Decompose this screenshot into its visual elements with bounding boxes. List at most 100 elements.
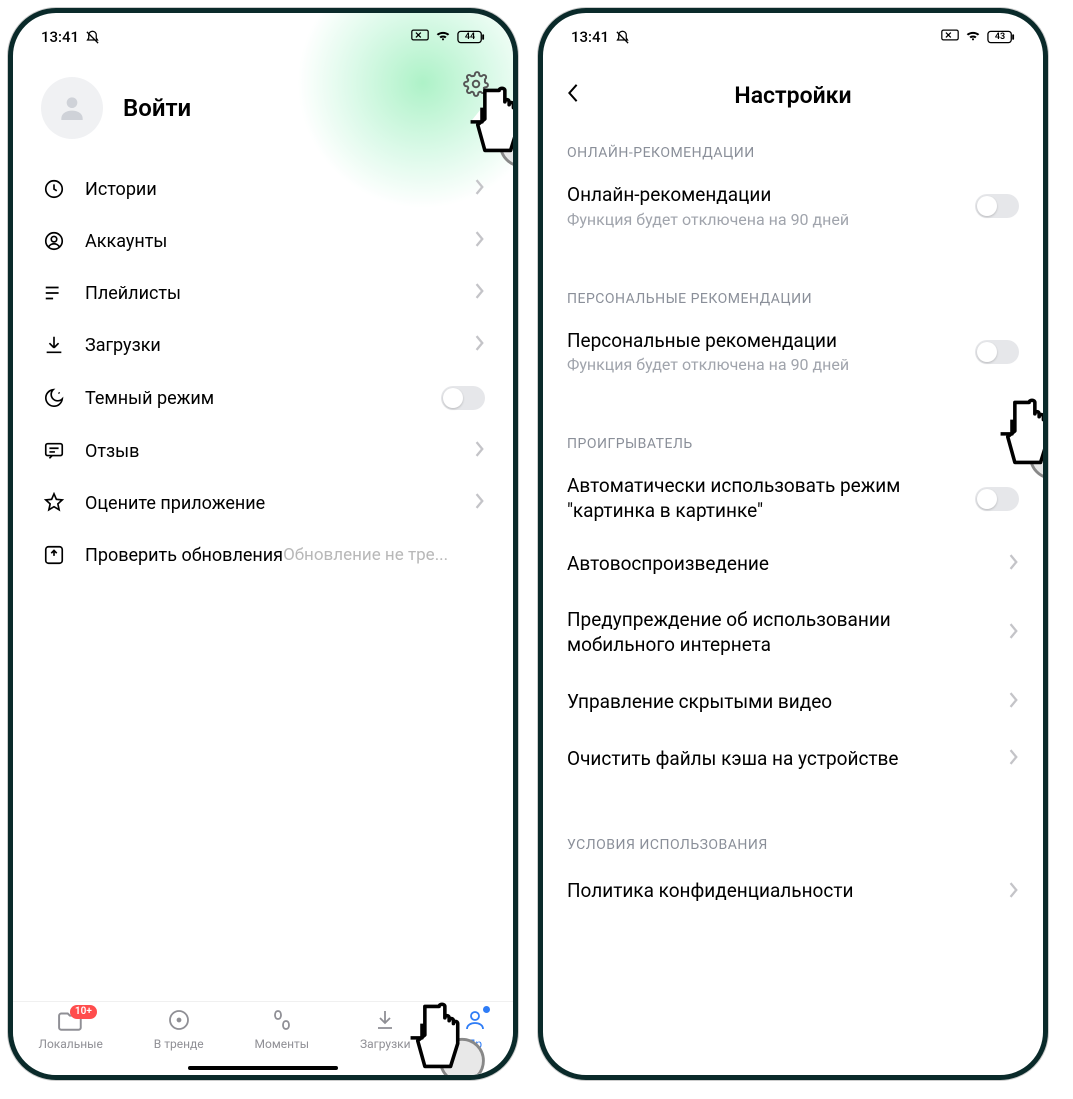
page-title: Настройки	[734, 82, 851, 109]
item-title: Управление скрытыми видео	[567, 690, 1003, 715]
nav-trending[interactable]: В тренде	[154, 1008, 204, 1051]
no-sim-icon	[411, 28, 429, 46]
item-title: Автоматически использовать режим "картин…	[567, 474, 975, 523]
nav-label: Локальные	[38, 1037, 102, 1051]
status-time: 13:41	[571, 28, 609, 46]
battery-icon: 43	[987, 30, 1015, 44]
wifi-icon	[964, 28, 982, 46]
online-rec-toggle[interactable]	[975, 194, 1019, 218]
section-player: ПРОИГРЫВАТЕЛЬ	[543, 414, 1043, 462]
menu-label: Истории	[85, 179, 469, 200]
chevron-right-icon	[475, 179, 485, 199]
play-icon	[166, 1008, 192, 1035]
menu-dark-mode[interactable]: Темный режим	[29, 371, 497, 425]
personal-rec-toggle[interactable]	[975, 340, 1019, 364]
star-icon	[41, 492, 67, 514]
pip-toggle[interactable]	[975, 487, 1019, 511]
status-bar: 13:41 44	[13, 17, 513, 57]
phone-right: 13:41 43 Наст	[538, 8, 1048, 1080]
item-mobile-warn[interactable]: Предупреждение об использовании мобильно…	[543, 592, 1043, 673]
no-sim-icon	[941, 28, 959, 46]
item-title: Очистить файлы кэша на устройстве	[567, 747, 1003, 772]
dark-mode-toggle[interactable]	[441, 386, 485, 410]
settings-header: Настройки	[543, 67, 1043, 123]
item-title: Политика конфиденциальности	[567, 879, 1003, 904]
nav-label: Моменты	[255, 1037, 310, 1051]
nav-badge: 10+	[70, 1005, 97, 1019]
chevron-right-icon	[475, 441, 485, 461]
user-icon	[41, 230, 67, 252]
chevron-right-icon	[475, 283, 485, 303]
item-autoplay[interactable]: Автовоспроизведение	[543, 536, 1043, 593]
profile-header[interactable]: Войти	[13, 57, 513, 155]
menu-list: Истории Аккаунты Плейлисты Загрузки Темн	[13, 155, 513, 581]
status-bar: 13:41 43	[543, 17, 1043, 57]
item-title: Онлайн-рекомендации	[567, 183, 975, 208]
chevron-right-icon	[1009, 623, 1019, 643]
item-online-rec[interactable]: Онлайн-рекомендации Функция будет отключ…	[543, 171, 1043, 241]
section-terms: УСЛОВИЯ ИСПОЛЬЗОВАНИЯ	[543, 815, 1043, 863]
menu-label: Оцените приложение	[85, 493, 469, 514]
chevron-right-icon	[475, 493, 485, 513]
menu-sublabel: Обновление не тре...	[283, 545, 448, 565]
back-button[interactable]	[563, 83, 583, 107]
item-sub: Функция будет отключена на 90 дней	[567, 355, 975, 374]
nav-label: Пр	[467, 1037, 482, 1051]
menu-accounts[interactable]: Аккаунты	[29, 215, 497, 267]
chevron-right-icon	[475, 335, 485, 355]
item-personal-rec[interactable]: Персональные рекомендации Функция будет …	[543, 317, 1043, 387]
profile-nav-icon	[462, 1008, 488, 1035]
wifi-icon	[434, 28, 452, 46]
moments-icon	[269, 1008, 295, 1035]
nav-downloads[interactable]: Загрузки	[360, 1008, 411, 1051]
nav-local[interactable]: Локальные 10+	[38, 1008, 102, 1051]
chevron-right-icon	[1009, 692, 1019, 712]
dnd-icon	[615, 30, 630, 45]
menu-history[interactable]: Истории	[29, 163, 497, 215]
menu-label: Загрузки	[85, 335, 469, 356]
update-icon	[41, 544, 67, 566]
avatar	[41, 77, 103, 139]
item-title: Персональные рекомендации	[567, 329, 975, 354]
menu-updates[interactable]: Проверить обновления Обновление не тре..…	[29, 529, 497, 581]
download-nav-icon	[372, 1008, 398, 1035]
item-sub: Функция будет отключена на 90 дней	[567, 210, 975, 229]
clock-icon	[41, 178, 67, 200]
menu-playlists[interactable]: Плейлисты	[29, 267, 497, 319]
chevron-right-icon	[475, 231, 485, 251]
nav-profile[interactable]: Пр	[462, 1008, 488, 1051]
dnd-icon	[85, 30, 100, 45]
bottom-nav: Локальные 10+ В тренде Моменты Загрузки …	[13, 1001, 513, 1075]
battery-icon: 44	[457, 30, 485, 44]
menu-label: Отзыв	[85, 441, 469, 462]
menu-label: Плейлисты	[85, 283, 469, 304]
item-hidden-videos[interactable]: Управление скрытыми видео	[543, 674, 1043, 731]
chevron-right-icon	[1009, 554, 1019, 574]
nav-label: Загрузки	[360, 1037, 411, 1051]
item-title: Предупреждение об использовании мобильно…	[567, 608, 1003, 657]
menu-label: Проверить обновления	[85, 545, 283, 566]
menu-rate[interactable]: Оцените приложение	[29, 477, 497, 529]
item-privacy[interactable]: Политика конфиденциальности	[543, 863, 1043, 904]
status-time: 13:41	[41, 28, 79, 46]
item-pip[interactable]: Автоматически использовать режим "картин…	[543, 462, 1043, 535]
section-personal: ПЕРСОНАЛЬНЫЕ РЕКОМЕНДАЦИИ	[543, 269, 1043, 317]
menu-label: Темный режим	[85, 388, 441, 409]
playlist-icon	[41, 282, 67, 304]
download-icon	[41, 334, 67, 356]
chevron-right-icon	[1009, 882, 1019, 902]
item-clear-cache[interactable]: Очистить файлы кэша на устройстве	[543, 731, 1043, 788]
menu-feedback[interactable]: Отзыв	[29, 425, 497, 477]
item-title: Автовоспроизведение	[567, 552, 1003, 577]
nav-label: В тренде	[154, 1037, 204, 1051]
section-online: ОНЛАЙН-РЕКОМЕНДАЦИИ	[543, 123, 1043, 171]
nav-moments[interactable]: Моменты	[255, 1008, 310, 1051]
menu-downloads[interactable]: Загрузки	[29, 319, 497, 371]
moon-icon	[41, 387, 67, 409]
phone-left: 13:41 44	[8, 8, 518, 1080]
chevron-right-icon	[1009, 749, 1019, 769]
login-label: Войти	[123, 94, 191, 122]
home-indicator	[188, 1066, 338, 1070]
chat-icon	[41, 440, 67, 462]
menu-label: Аккаунты	[85, 231, 469, 252]
